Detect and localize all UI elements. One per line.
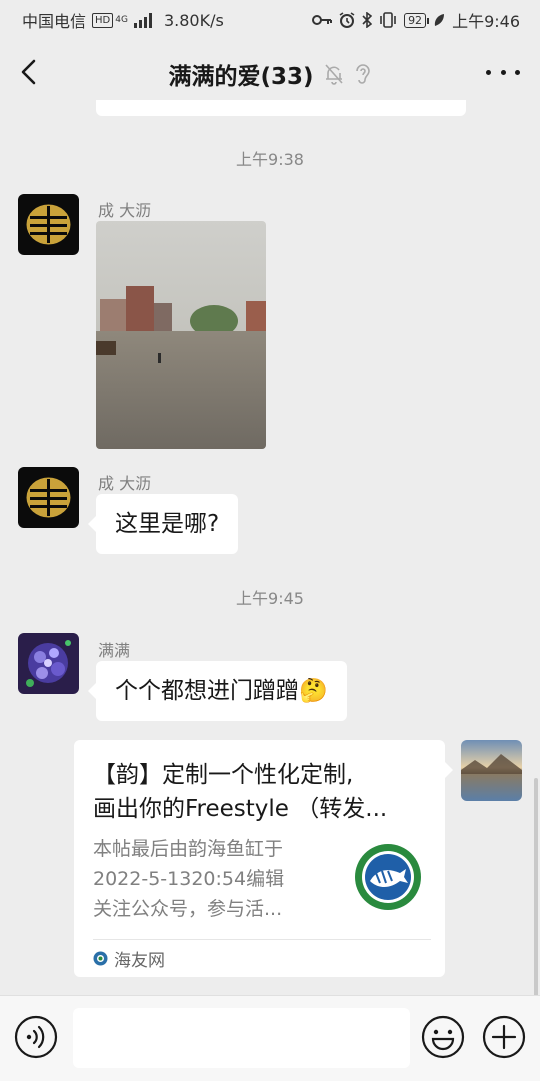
voice-icon[interactable]: [14, 1015, 58, 1059]
leaf-icon: [434, 14, 445, 26]
hd-badge: HD: [92, 12, 114, 28]
link-card-title-line: 【韵】定制一个性化定制,: [93, 762, 354, 788]
chat-title[interactable]: 满满的爱(33): [168, 57, 313, 91]
scrollbar[interactable]: [534, 778, 538, 998]
thinking-emoji: 🤔: [299, 678, 328, 704]
divider: [93, 939, 431, 940]
fish-logo-icon: [355, 844, 421, 910]
previous-message-card[interactable]: [96, 100, 466, 116]
alarm-icon: [339, 12, 355, 28]
timestamp: 上午9:38: [236, 150, 304, 169]
vibrate-icon: [380, 12, 396, 28]
link-card-desc-line: 关注公众号，参与活...: [93, 898, 283, 920]
bluetooth-icon: [362, 12, 373, 28]
plus-icon[interactable]: [482, 1015, 526, 1059]
clock: 上午9:46: [452, 12, 520, 31]
message-text: 个个都想进门蹭蹭: [115, 678, 299, 704]
source-name: 海友网: [114, 951, 165, 971]
link-card-description: 本帖最后由韵海鱼缸于 2022-5-1320:54编辑 关注公众号，参与活...: [93, 834, 323, 924]
timestamp: 上午9:45: [236, 589, 304, 608]
chat-header: 满满的爱(33): [0, 36, 540, 108]
avatar[interactable]: [18, 194, 79, 255]
more-icon[interactable]: [486, 60, 520, 84]
message-bubble[interactable]: 个个都想进门蹭蹭🤔: [88, 661, 347, 721]
signal-icon: [133, 12, 152, 28]
avatar[interactable]: [18, 467, 79, 528]
sender-name: 成 大沥: [98, 474, 152, 493]
input-bar: [0, 995, 540, 1081]
sender-name: 满满: [98, 641, 131, 660]
message-input[interactable]: [73, 1008, 410, 1068]
battery-indicator: 92: [404, 12, 430, 28]
network-speed: 3.80K/s: [163, 10, 224, 30]
bell-off-icon: [324, 64, 343, 85]
message-bubble[interactable]: 这里是哪?: [87, 494, 239, 554]
avatar[interactable]: [461, 740, 522, 801]
link-card[interactable]: 【韵】定制一个性化定制, 画出你的Freestyle （转发... 本帖最后由韵…: [74, 740, 453, 977]
net-type: 4G: [115, 15, 128, 25]
link-card-desc-line: 本帖最后由韵海鱼缸于: [93, 838, 284, 860]
message-text: 这里是哪?: [115, 511, 220, 537]
key-icon: [312, 15, 333, 25]
globe-icon: [93, 951, 108, 966]
image-message[interactable]: [96, 221, 266, 449]
link-card-title-line: 画出你的Freestyle （转发...: [93, 796, 388, 822]
chat-title-area: 满满的爱(33): [0, 57, 540, 91]
ear-icon: [355, 64, 370, 84]
avatar[interactable]: [18, 633, 79, 694]
carrier-name: 中国电信: [22, 12, 87, 31]
status-bar: 中国电信 HD 4G 3.80K/s 92 上午9:46: [0, 0, 540, 36]
link-card-desc-line: 2022-5-1320:54编辑: [93, 868, 285, 890]
link-card-title: 【韵】定制一个性化定制, 画出你的Freestyle （转发...: [93, 758, 428, 826]
sender-name: 成 大沥: [98, 201, 152, 220]
emoji-icon[interactable]: [421, 1015, 465, 1059]
link-card-source: 海友网: [93, 946, 165, 971]
